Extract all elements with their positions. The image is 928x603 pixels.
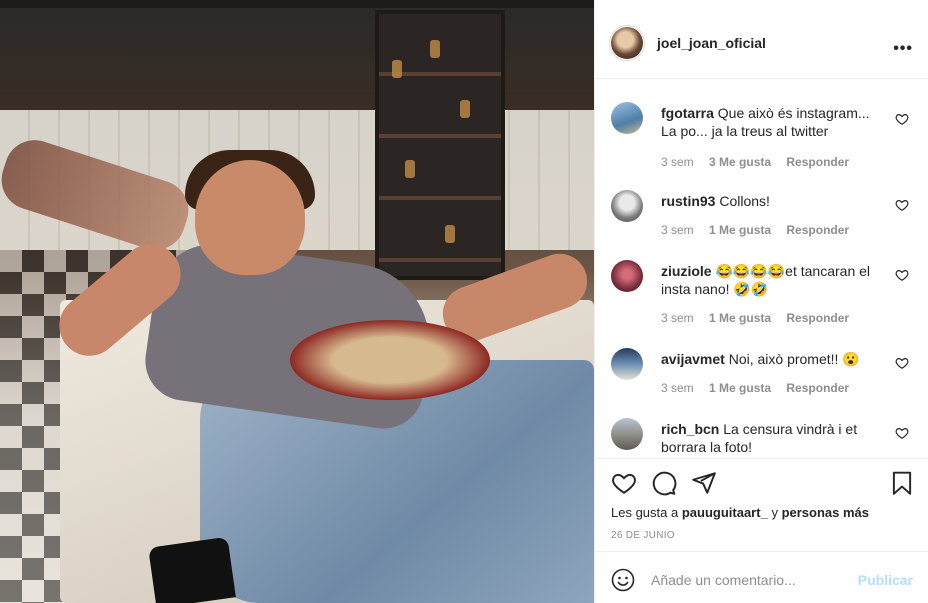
comment-likes[interactable]: 1 Me gusta (709, 381, 771, 395)
photo-jar (445, 225, 455, 243)
photo-phone (148, 536, 236, 603)
avatar[interactable] (611, 260, 643, 292)
comment-likes[interactable]: 1 Me gusta (709, 311, 771, 325)
share-icon[interactable] (691, 470, 717, 496)
photo-head (195, 160, 305, 275)
comment-input[interactable]: Añade un comentario... (651, 572, 796, 588)
comment-text: Noi, això promet!! 😮 (728, 351, 860, 367)
publish-button[interactable]: Publicar (858, 572, 913, 588)
comment-username[interactable]: ziuziole (661, 263, 712, 279)
comment-username[interactable]: avijavmet (661, 351, 725, 367)
likes-others[interactable]: personas más (782, 505, 869, 520)
post-photo[interactable] (0, 0, 594, 603)
avatar[interactable] (611, 348, 643, 380)
photo-jar (392, 60, 402, 78)
photo-top-strip (0, 0, 594, 8)
comment-age[interactable]: 3 sem (661, 155, 694, 169)
more-icon[interactable]: ••• (893, 40, 913, 58)
photo-jar (430, 40, 440, 58)
comment-text: Collons! (719, 193, 770, 209)
comment-icon[interactable] (651, 470, 677, 496)
comments-list[interactable]: fgotarra Que això és instagram... La po.… (595, 80, 928, 458)
post-date[interactable]: 26 DE JUNIO (611, 530, 675, 541)
heart-icon[interactable] (611, 470, 637, 496)
add-comment-bar: Añade un comentario... Publicar (595, 551, 928, 603)
likes-summary: Les gusta a pauuguitaart_ y personas más (611, 505, 869, 520)
post-side-panel: joel_joan_oficial ••• fgotarra Que això … (594, 0, 928, 603)
heart-icon[interactable] (895, 356, 909, 370)
reply-button[interactable]: Responder (786, 381, 849, 395)
likes-user[interactable]: pauuguitaart_ (682, 505, 768, 520)
photo-prop (290, 320, 490, 400)
comment-age[interactable]: 3 sem (661, 311, 694, 325)
reply-button[interactable]: Responder (786, 223, 849, 237)
post-actions: Les gusta a pauuguitaart_ y personas más… (595, 458, 928, 551)
avatar[interactable] (609, 25, 645, 61)
comment-age[interactable]: 3 sem (661, 381, 694, 395)
avatar[interactable] (611, 418, 643, 450)
reply-button[interactable]: Responder (786, 155, 849, 169)
smiley-icon[interactable] (611, 568, 635, 592)
comment-username[interactable]: fgotarra (661, 105, 714, 121)
comment-likes[interactable]: 1 Me gusta (709, 223, 771, 237)
photo-shelf (375, 10, 505, 280)
likes-conjunction: y (771, 505, 778, 520)
post-username[interactable]: joel_joan_oficial (657, 35, 766, 51)
avatar[interactable] (611, 102, 643, 134)
reply-button[interactable]: Responder (786, 311, 849, 325)
heart-icon[interactable] (895, 198, 909, 212)
comment-age[interactable]: 3 sem (661, 223, 694, 237)
comment-username[interactable]: rich_bcn (661, 421, 719, 437)
comment-username[interactable]: rustin93 (661, 193, 715, 209)
comment-likes[interactable]: 3 Me gusta (709, 155, 771, 169)
heart-icon[interactable] (895, 426, 909, 440)
photo-jar (405, 160, 415, 178)
heart-icon[interactable] (895, 268, 909, 282)
avatar[interactable] (611, 190, 643, 222)
heart-icon[interactable] (895, 112, 909, 126)
post-header: joel_joan_oficial ••• (595, 8, 928, 79)
bookmark-icon[interactable] (889, 470, 915, 496)
likes-prefix: Les gusta a (611, 505, 679, 520)
photo-jar (460, 100, 470, 118)
